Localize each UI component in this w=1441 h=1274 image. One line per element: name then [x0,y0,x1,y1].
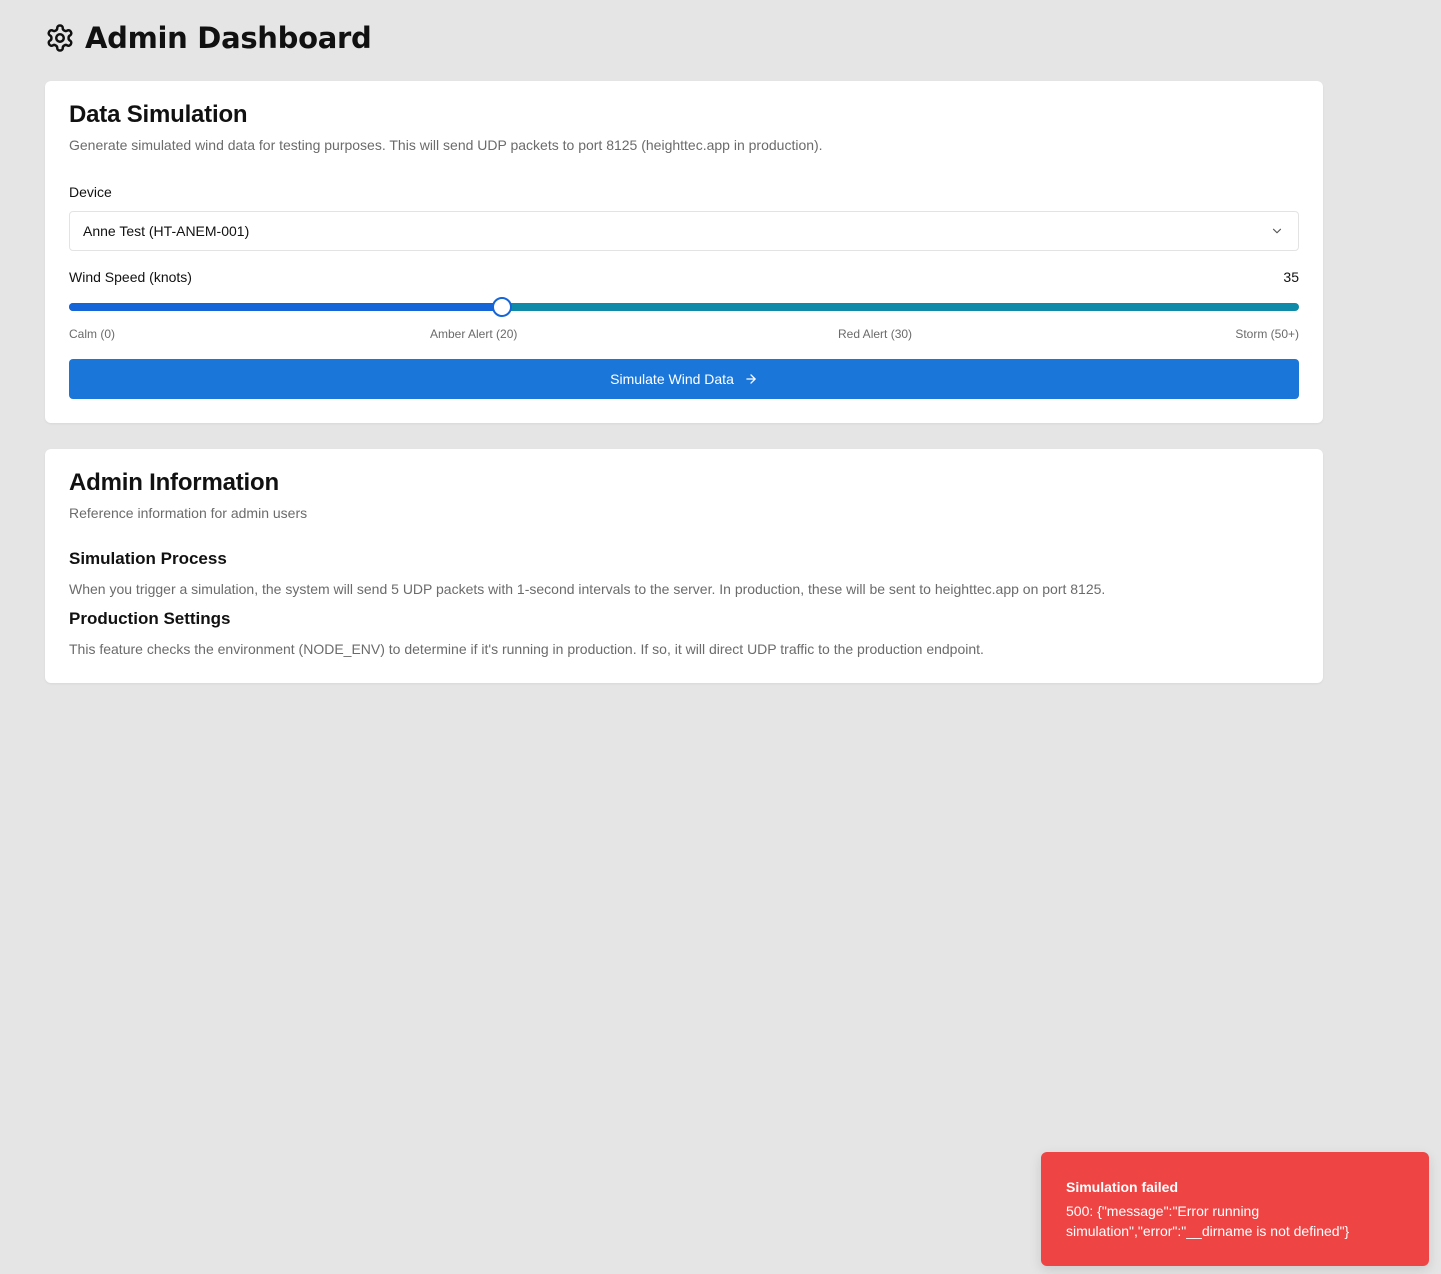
admin-information-card: Admin Information Reference information … [45,449,1323,683]
simulate-button-label: Simulate Wind Data [610,371,734,387]
slider-fill [69,303,502,311]
page-title: Admin Dashboard [85,21,372,55]
toast-title: Simulation failed [1066,1179,1179,1195]
gear-icon [45,23,75,53]
simulation-title: Data Simulation [69,101,248,128]
scale-amber-alert: Amber Alert (20) [430,327,518,341]
simulate-wind-data-button[interactable]: Simulate Wind Data [69,359,1299,399]
production-settings-heading: Production Settings [69,609,231,628]
page-header: Admin Dashboard [45,18,372,58]
wind-speed-value: 35 [1283,269,1299,285]
wind-speed-label: Wind Speed (knots) [69,269,192,285]
device-select[interactable]: Anne Test (HT-ANEM-001) [69,211,1299,251]
error-toast[interactable]: Simulation failed 500: {"message":"Error… [1041,1152,1429,1266]
wind-scale: Calm (0) Amber Alert (20) Red Alert (30)… [69,327,1299,343]
chevron-down-icon [1270,224,1284,238]
info-title: Admin Information [69,469,279,496]
page: Admin Dashboard Data Simulation Generate… [0,0,1441,1274]
wind-speed-slider[interactable] [69,297,1299,317]
device-label: Device [69,184,112,200]
simulation-description: Generate simulated wind data for testing… [69,137,823,153]
device-select-value: Anne Test (HT-ANEM-001) [83,223,250,239]
scale-calm: Calm (0) [69,327,116,341]
arrow-right-icon [744,372,758,386]
simulation-process-heading: Simulation Process [69,549,227,568]
data-simulation-card: Data Simulation Generate simulated wind … [45,81,1323,423]
toast-message: 500: {"message":"Error running simulatio… [1066,1203,1350,1239]
scale-storm: Storm (50+) [1235,327,1299,341]
production-settings-text: This feature checks the environment (NOD… [69,641,984,657]
simulation-process-text: When you trigger a simulation, the syste… [69,581,1106,597]
info-description: Reference information for admin users [69,505,308,521]
slider-thumb[interactable] [491,297,512,317]
wind-speed-row: Wind Speed (knots) 35 [69,269,1299,285]
scale-red-alert: Red Alert (30) [838,327,913,341]
